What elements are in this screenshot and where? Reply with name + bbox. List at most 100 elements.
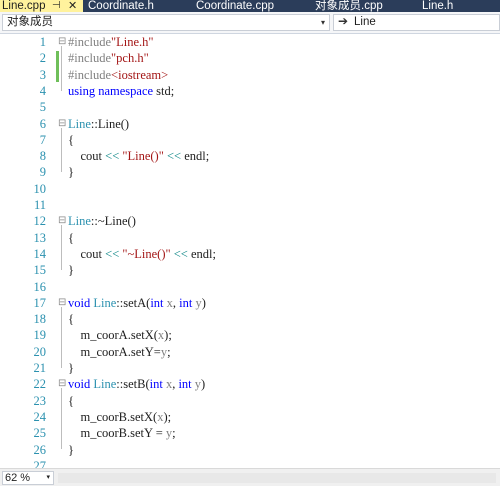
zoom-dropdown[interactable]: 62 % ▾ <box>2 471 54 485</box>
code-token: { <box>68 230 74 245</box>
code-line[interactable]: 21} <box>0 360 500 376</box>
code-line[interactable]: 12 ⊟ Line::~Line() <box>0 213 500 229</box>
line-number: 1 <box>39 35 46 49</box>
code-token: <iostream> <box>111 67 169 82</box>
code-line[interactable]: 16 <box>0 279 500 295</box>
code-line[interactable]: 23 { <box>0 393 500 409</box>
tab-object-member-cpp[interactable]: 对象成员.cpp <box>315 0 383 12</box>
document-tab-bar: Line.cpp ⊣ ✕ Coordinate.h Coordinate.cpp… <box>0 0 500 12</box>
line-number: 18 <box>33 312 47 327</box>
line-number: 24 <box>33 409 47 424</box>
member-dropdown[interactable]: ➔ Line <box>333 14 500 31</box>
code-line[interactable]: 19 m_coorA.setX(x); <box>0 327 500 343</box>
code-token: << <box>166 149 182 164</box>
code-line[interactable]: 11 <box>0 197 500 213</box>
code-token: int <box>179 295 193 310</box>
code-line[interactable]: 17 ⊟ void Line::setA(int x, int y) <box>0 295 500 311</box>
tab-label: Line.h <box>422 0 454 12</box>
code-token: ); <box>164 328 172 343</box>
code-text: } <box>68 360 74 376</box>
code-text: #include<iostream> <box>68 67 168 83</box>
code-line[interactable]: 10 <box>0 181 500 197</box>
collapse-icon[interactable]: ⊟ <box>58 376 66 392</box>
code-token: std; <box>153 83 175 98</box>
code-token: ) <box>201 295 206 310</box>
code-line[interactable]: 15} <box>0 262 500 278</box>
tab-coordinate-h[interactable]: Coordinate.h <box>88 0 154 12</box>
code-line[interactable]: 14 cout << "~Line()" << endl; <box>0 246 500 262</box>
code-text: } <box>68 164 74 180</box>
code-line[interactable]: 20 m_coorA.setY=y; <box>0 344 500 360</box>
collapse-icon[interactable]: ⊟ <box>58 295 66 311</box>
line-number: 15 <box>33 263 47 278</box>
scope-dropdown[interactable]: 对象成员 ▾ <box>2 14 330 31</box>
code-text: m_coorA.setX(x); <box>68 327 172 343</box>
outlining-guide <box>61 225 62 271</box>
code-line[interactable]: 5 <box>0 99 500 115</box>
pin-icon[interactable]: ⊣ <box>52 0 61 12</box>
line-number: 21 <box>33 361 47 375</box>
code-text: { <box>68 132 74 148</box>
tab-line-h[interactable]: Line.h <box>422 0 453 12</box>
line-number: 11 <box>33 198 46 212</box>
code-text: #include"Line.h" <box>68 34 154 50</box>
code-token: m_coorB.setY = <box>68 426 166 441</box>
close-icon[interactable]: ✕ <box>68 0 77 12</box>
code-token: ); <box>163 409 172 424</box>
code-token: #include <box>68 67 112 82</box>
code-line[interactable]: 9} <box>0 164 500 180</box>
code-text: m_coorB.setY = y; <box>68 425 176 441</box>
line-number: 19 <box>33 328 47 343</box>
code-line[interactable]: 7{ <box>0 132 500 148</box>
code-token: Line <box>68 214 91 229</box>
chevron-down-icon[interactable]: ▾ <box>46 472 50 484</box>
collapse-icon[interactable]: ⊟ <box>58 116 66 132</box>
line-number: 9 <box>39 165 46 180</box>
code-text: m_coorA.setY=y; <box>68 344 171 360</box>
changed-line-indicator <box>56 51 59 82</box>
code-token: ; <box>167 344 171 359</box>
line-number: 10 <box>33 181 47 196</box>
code-line[interactable]: 1 ⊟ #include"Line.h" <box>0 34 500 50</box>
chevron-down-icon[interactable]: ▾ <box>321 15 325 30</box>
code-line[interactable]: 8 cout << "Line()" << endl; <box>0 148 500 164</box>
code-line[interactable]: 2 #include"pch.h" <box>0 50 500 66</box>
code-text: cout << "Line()" << endl; <box>68 148 210 164</box>
code-line[interactable]: 18 { <box>0 311 500 327</box>
line-number: 13 <box>33 230 47 245</box>
collapse-icon[interactable]: ⊟ <box>58 34 66 50</box>
code-text: #include"pch.h" <box>68 50 149 66</box>
horizontal-scrollbar[interactable] <box>58 473 496 483</box>
code-text: using namespace std; <box>68 83 174 99</box>
collapse-icon[interactable]: ⊟ <box>58 213 66 229</box>
line-number: 7 <box>39 132 46 147</box>
code-line[interactable]: 6 ⊟ Line::Line() <box>0 116 500 132</box>
line-number: 16 <box>33 279 47 294</box>
code-text: void Line::setB(int x, int y) <box>68 376 205 392</box>
tab-line-cpp[interactable]: Line.cpp ⊣ ✕ <box>0 0 83 12</box>
code-token: } <box>68 442 74 457</box>
code-line[interactable]: 13 { <box>0 230 500 246</box>
code-token: "~Line()" <box>122 246 171 261</box>
code-text: cout << "~Line()" << endl; <box>68 246 216 262</box>
code-token: int <box>150 295 164 310</box>
code-line[interactable]: 25 m_coorB.setY = y; <box>0 425 500 441</box>
code-token: int <box>149 377 163 392</box>
line-number: 26 <box>33 442 47 457</box>
line-number: 6 <box>39 116 46 131</box>
code-token: ::Line() <box>90 116 130 131</box>
line-number: 4 <box>39 83 46 98</box>
code-editor[interactable]: 1 ⊟ #include"Line.h" 2 #include"pch.h" 3 #incl… <box>0 34 500 468</box>
code-line[interactable]: 26} <box>0 442 500 458</box>
code-line[interactable]: 24 m_coorB.setX(x); <box>0 409 500 425</box>
code-line[interactable]: 3 #include<iostream> <box>0 67 500 83</box>
line-number: 14 <box>33 246 47 261</box>
code-token: m_coorA.setX( <box>68 328 158 343</box>
code-line[interactable]: 4 using namespace std; <box>0 83 500 99</box>
code-line[interactable]: 22 ⊟ void Line::setB(int x, int y) <box>0 376 500 392</box>
tab-coordinate-cpp[interactable]: Coordinate.cpp <box>196 0 274 12</box>
code-token: cout <box>68 149 106 164</box>
code-line[interactable]: 27 <box>0 458 500 468</box>
line-number: 23 <box>33 393 47 408</box>
zoom-value: 62 % <box>5 472 31 484</box>
